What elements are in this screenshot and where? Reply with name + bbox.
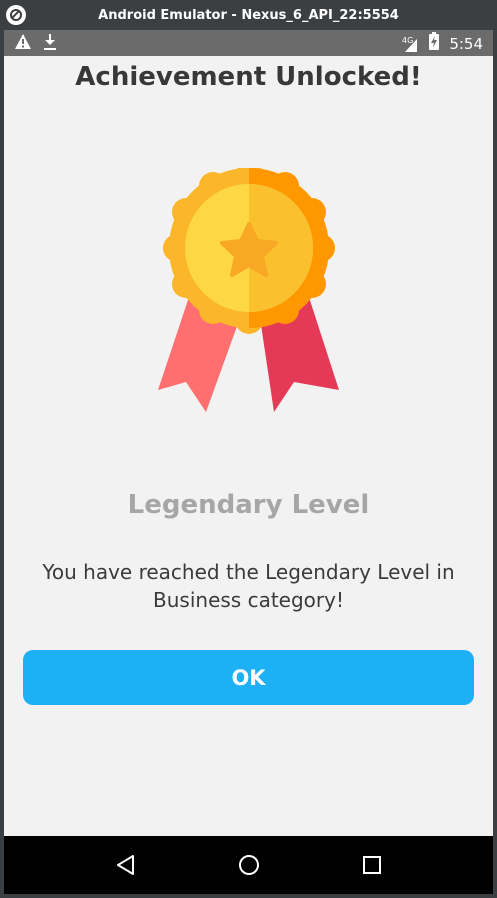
- home-icon[interactable]: [229, 845, 269, 885]
- ok-button[interactable]: OK: [23, 650, 474, 705]
- back-icon[interactable]: [106, 845, 146, 885]
- level-name: Legendary Level: [127, 490, 370, 520]
- medal-icon: [154, 162, 344, 416]
- status-bar: 4G 5:54: [4, 30, 493, 56]
- dialog-title: Achievement Unlocked!: [75, 62, 422, 92]
- emulator-title-bar: Android Emulator - Nexus_6_API_22:5554: [0, 0, 497, 30]
- status-time: 5:54: [449, 34, 483, 53]
- navigation-bar: [4, 836, 493, 894]
- download-icon: [42, 33, 58, 56]
- signal-icon: 4G: [402, 35, 418, 53]
- warning-icon: [14, 33, 32, 56]
- recents-icon[interactable]: [352, 845, 392, 885]
- emulator-app-icon: [6, 5, 26, 25]
- emulator-window-title: Android Emulator - Nexus_6_API_22:5554: [98, 7, 399, 23]
- device-screen: 4G 5:54 Achievement Unlocked! Legendary …: [4, 30, 493, 894]
- battery-icon: [429, 32, 440, 55]
- achievement-message: You have reached the Legendary Level in …: [42, 560, 455, 612]
